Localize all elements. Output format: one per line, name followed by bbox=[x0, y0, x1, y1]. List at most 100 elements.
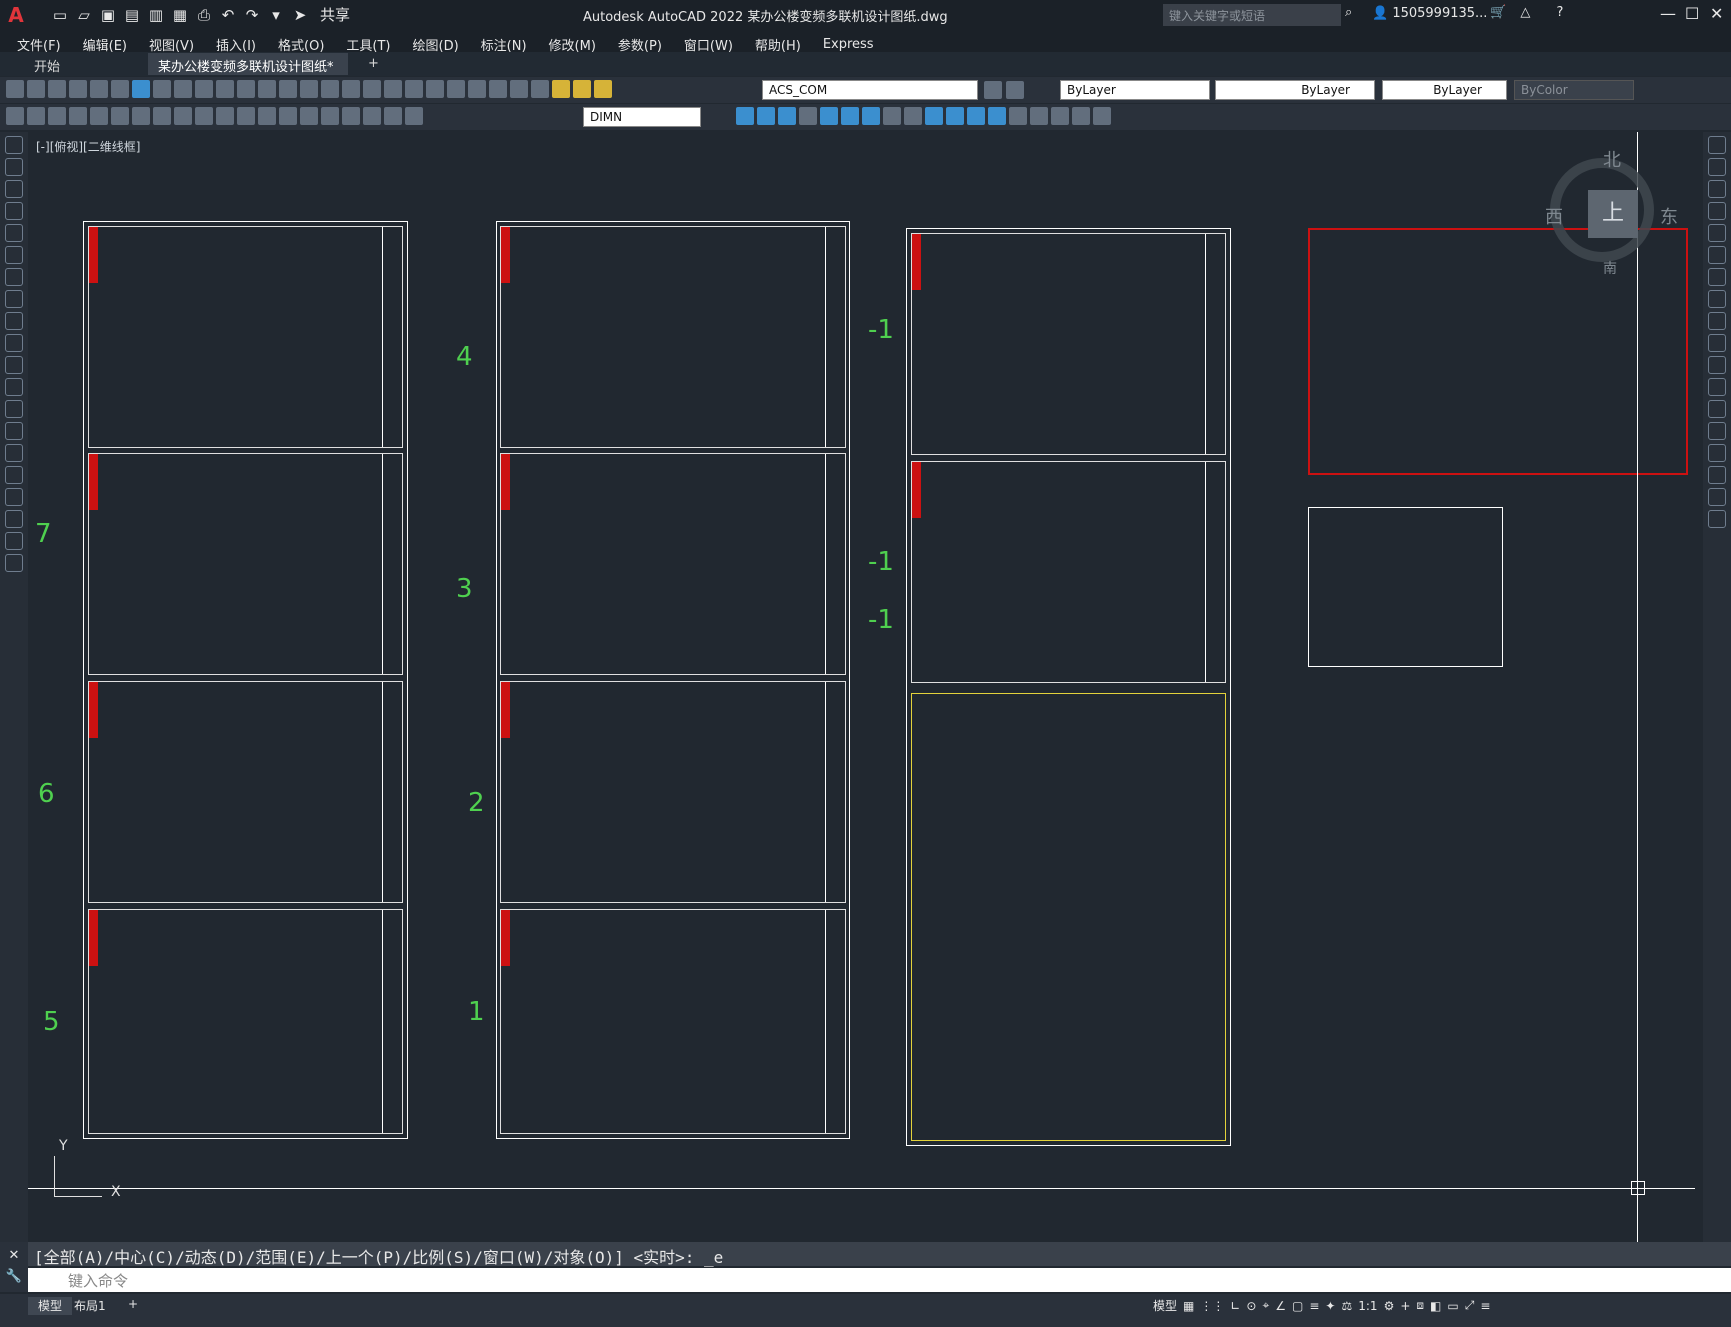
blend-icon[interactable] bbox=[1708, 488, 1726, 506]
maximize-icon[interactable]: ☐ bbox=[1685, 4, 1699, 23]
osnap-icon[interactable]: ⌖ bbox=[1262, 1298, 1269, 1313]
menu-edit[interactable]: 编辑(E) bbox=[83, 35, 127, 54]
dim-edit-icon[interactable] bbox=[363, 107, 381, 125]
point-icon[interactable] bbox=[5, 422, 23, 440]
array-icon[interactable] bbox=[862, 107, 880, 125]
gradient-icon[interactable] bbox=[5, 466, 23, 484]
cart-icon[interactable]: 🛒 bbox=[1490, 5, 1506, 20]
spline-icon[interactable] bbox=[5, 312, 23, 330]
line-icon[interactable] bbox=[5, 136, 23, 154]
table-icon[interactable] bbox=[5, 510, 23, 528]
center-mark-icon[interactable] bbox=[300, 107, 318, 125]
cut-icon[interactable] bbox=[153, 80, 171, 98]
view-cube2-icon[interactable] bbox=[778, 107, 796, 125]
erase-icon[interactable] bbox=[1708, 136, 1726, 154]
share-icon[interactable]: ➤ bbox=[290, 5, 310, 25]
dim-jogged-icon[interactable] bbox=[111, 107, 129, 125]
trim-icon[interactable] bbox=[967, 107, 985, 125]
dim-space-icon[interactable] bbox=[237, 107, 255, 125]
extend-icon[interactable] bbox=[988, 107, 1006, 125]
rectangle-icon[interactable] bbox=[5, 224, 23, 242]
polygon-icon[interactable] bbox=[5, 202, 23, 220]
revcloud-icon[interactable] bbox=[5, 290, 23, 308]
layer-freeze-icon[interactable] bbox=[573, 80, 591, 98]
zoom-realtime-icon[interactable] bbox=[321, 80, 339, 98]
ellipse-arc-icon[interactable] bbox=[5, 356, 23, 374]
dim-baseline-icon[interactable] bbox=[195, 107, 213, 125]
insert-block-icon[interactable] bbox=[5, 378, 23, 396]
trim-side-icon[interactable] bbox=[1708, 334, 1726, 352]
dim-arc-icon[interactable] bbox=[48, 107, 66, 125]
menu-file[interactable]: 文件(F) bbox=[17, 35, 61, 54]
break-side-icon[interactable] bbox=[1708, 400, 1726, 418]
orbit-icon[interactable] bbox=[736, 107, 754, 125]
array-side-icon[interactable] bbox=[1708, 224, 1726, 242]
break-icon[interactable] bbox=[1009, 107, 1027, 125]
move-side-icon[interactable] bbox=[1708, 246, 1726, 264]
mirror-side-icon[interactable] bbox=[1708, 180, 1726, 198]
menu-insert[interactable]: 插入(I) bbox=[216, 35, 256, 54]
jogged-linear-icon[interactable] bbox=[342, 107, 360, 125]
ellipse-icon[interactable] bbox=[5, 334, 23, 352]
layer-current-icon[interactable] bbox=[984, 81, 1002, 99]
copy-side-icon[interactable] bbox=[1708, 158, 1726, 176]
polar-icon[interactable]: ⊙ bbox=[1246, 1299, 1256, 1313]
add-selected-icon[interactable] bbox=[5, 554, 23, 572]
tool-palettes-icon[interactable] bbox=[426, 80, 444, 98]
menu-help[interactable]: 帮助(H) bbox=[755, 35, 801, 54]
linetype-dropdown[interactable]: ByLayer bbox=[1215, 80, 1375, 100]
design-center-icon[interactable] bbox=[405, 80, 423, 98]
command-input[interactable]: 键入命令 bbox=[28, 1268, 1731, 1292]
dim-angular-icon[interactable] bbox=[153, 107, 171, 125]
customization-icon[interactable]: ≡ bbox=[1480, 1299, 1490, 1313]
compass-north[interactable]: 北 bbox=[1603, 146, 1621, 172]
dim-update-icon[interactable] bbox=[405, 107, 423, 125]
customize-wrench-icon[interactable]: 🔧 bbox=[0, 1269, 28, 1284]
rotate-side-icon[interactable] bbox=[1708, 268, 1726, 286]
layer-dropdown[interactable]: ACS_COM bbox=[762, 80, 978, 100]
menu-view[interactable]: 视图(V) bbox=[149, 35, 194, 54]
grid-icon[interactable]: ▦ bbox=[1183, 1299, 1194, 1313]
sheetset-icon[interactable] bbox=[447, 80, 465, 98]
tab-add-icon[interactable]: + bbox=[358, 53, 389, 75]
offset-icon[interactable] bbox=[841, 107, 859, 125]
snap-icon[interactable]: ⋮⋮ bbox=[1200, 1299, 1224, 1313]
undo-tb-icon[interactable] bbox=[258, 80, 276, 98]
pan-icon[interactable] bbox=[300, 80, 318, 98]
annotation-visibility-icon[interactable]: ✦ bbox=[1325, 1299, 1335, 1313]
copy-icon[interactable] bbox=[174, 80, 192, 98]
block-editor-icon[interactable] bbox=[237, 80, 255, 98]
tab-drawing[interactable]: 某办公楼变频多联机设计图纸* ✕ bbox=[148, 53, 348, 90]
mtext-icon[interactable] bbox=[5, 532, 23, 550]
matchprop-icon[interactable] bbox=[216, 80, 234, 98]
menu-draw[interactable]: 绘图(D) bbox=[413, 35, 459, 54]
redo-tb-icon[interactable] bbox=[279, 80, 297, 98]
dim-text-edit-icon[interactable] bbox=[384, 107, 402, 125]
tab-layout1[interactable]: 布局1 bbox=[64, 1297, 116, 1315]
tab-start[interactable]: 开始 bbox=[24, 53, 70, 75]
undo-icon[interactable]: ↶ bbox=[218, 5, 238, 25]
save-icon[interactable]: ▣ bbox=[98, 5, 118, 25]
open-icon[interactable]: ▱ bbox=[74, 5, 94, 25]
autocad-logo[interactable]: A bbox=[0, 0, 32, 30]
mirror-icon[interactable] bbox=[820, 107, 838, 125]
calculator-icon[interactable] bbox=[489, 80, 507, 98]
menu-tools[interactable]: 工具(T) bbox=[346, 35, 390, 54]
qnew-icon[interactable] bbox=[6, 80, 24, 98]
print-icon[interactable]: ⎙ bbox=[194, 5, 214, 25]
publish-tb-icon[interactable] bbox=[111, 80, 129, 98]
extend-side-icon[interactable] bbox=[1708, 356, 1726, 374]
circle-icon[interactable] bbox=[5, 268, 23, 286]
otrack-icon[interactable]: ∠ bbox=[1275, 1299, 1286, 1313]
menu-express[interactable]: Express bbox=[823, 37, 874, 52]
drawing-canvas[interactable]: [-][俯视][二维线框] 7 6 5 4 3 2 1 -1 -1 -1 Y X bbox=[28, 132, 1695, 1242]
help-tb-icon[interactable] bbox=[510, 80, 528, 98]
viewcube-top[interactable]: 上 bbox=[1588, 190, 1638, 238]
annotation-monitor-icon[interactable]: + bbox=[1400, 1299, 1410, 1313]
fillet-icon[interactable] bbox=[1072, 107, 1090, 125]
workspace-gear-icon[interactable]: ⚙ bbox=[1384, 1299, 1395, 1313]
chamfer-icon[interactable] bbox=[1051, 107, 1069, 125]
color-dropdown[interactable]: ByLayer bbox=[1060, 80, 1210, 100]
annotation-scale-value[interactable]: 1:1 bbox=[1358, 1299, 1377, 1313]
explode-side-icon[interactable] bbox=[1708, 510, 1726, 528]
